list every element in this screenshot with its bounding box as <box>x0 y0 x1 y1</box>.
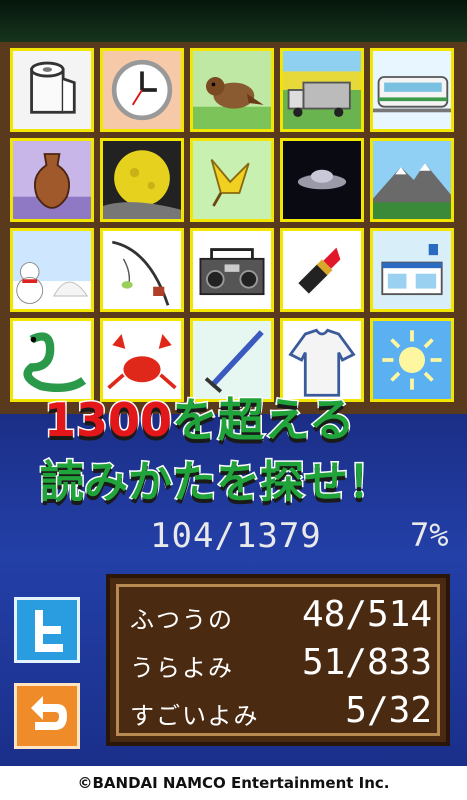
moon-icon <box>103 141 181 219</box>
ufo-icon <box>283 141 361 219</box>
fishing-rod-icon <box>103 231 181 309</box>
tile-snowman[interactable] <box>10 228 94 312</box>
tile-toilet-paper[interactable] <box>10 48 94 132</box>
snowman-icon <box>13 231 91 309</box>
back-button[interactable] <box>14 683 80 749</box>
sun-icon <box>373 321 451 399</box>
total-progress: 104/1379 <box>150 516 322 556</box>
tile-ufo[interactable] <box>280 138 364 222</box>
stat-label: うらよみ <box>130 654 234 682</box>
tile-fishing-rod[interactable] <box>100 228 184 312</box>
stat-value: 48/514 <box>301 594 432 635</box>
tile-vase[interactable] <box>10 138 94 222</box>
return-arrow-icon <box>31 696 67 730</box>
banner-suffix: を超える <box>171 392 357 449</box>
tile-moon[interactable] <box>100 138 184 222</box>
stat-row-sugoi: すごいよみ 5/32 <box>130 690 432 734</box>
stat-label: ふつうの <box>130 606 234 634</box>
stat-row-ura: うらよみ 51/833 <box>130 642 432 686</box>
copyright-text: ©BANDAI NAMCO Entertainment Inc. <box>0 766 467 800</box>
stat-label: すごいよみ <box>130 702 260 730</box>
truck-icon <box>283 51 361 129</box>
banner-line-1: 1300を超える <box>42 384 357 450</box>
tile-mountain[interactable] <box>370 138 454 222</box>
toilet-paper-icon <box>13 51 91 129</box>
banner-line-2: 読みかたを探せ！ <box>39 456 394 510</box>
progress-percent: 7% <box>410 516 449 554</box>
twitter-icon <box>35 610 63 652</box>
sparrow-icon <box>193 51 271 129</box>
train-icon <box>373 51 451 129</box>
tile-truck[interactable] <box>280 48 364 132</box>
stats-panel: ふつうの 48/514 うらよみ 51/833 すごいよみ 5/32 <box>106 574 450 746</box>
tile-lipstick[interactable] <box>280 228 364 312</box>
tile-convenience-store[interactable] <box>370 228 454 312</box>
vase-icon <box>13 141 91 219</box>
tile-clock[interactable] <box>100 48 184 132</box>
twitter-button[interactable] <box>14 597 80 663</box>
bird-icon <box>193 141 271 219</box>
clock-icon <box>103 51 181 129</box>
radio-icon <box>193 231 271 309</box>
banner-number: 1300 <box>42 392 173 449</box>
tile-yellow-bird[interactable] <box>190 138 274 222</box>
store-icon <box>373 231 451 309</box>
tile-sparrow[interactable] <box>190 48 274 132</box>
tile-train[interactable] <box>370 48 454 132</box>
mountain-icon <box>373 141 451 219</box>
stat-row-normal: ふつうの 48/514 <box>130 594 432 638</box>
lipstick-icon <box>283 231 361 309</box>
stat-value: 51/833 <box>301 642 432 683</box>
picture-grid <box>0 42 467 414</box>
stat-value: 5/32 <box>345 690 432 731</box>
tile-radio[interactable] <box>190 228 274 312</box>
top-bar <box>0 0 467 42</box>
tile-sun[interactable] <box>370 318 454 402</box>
